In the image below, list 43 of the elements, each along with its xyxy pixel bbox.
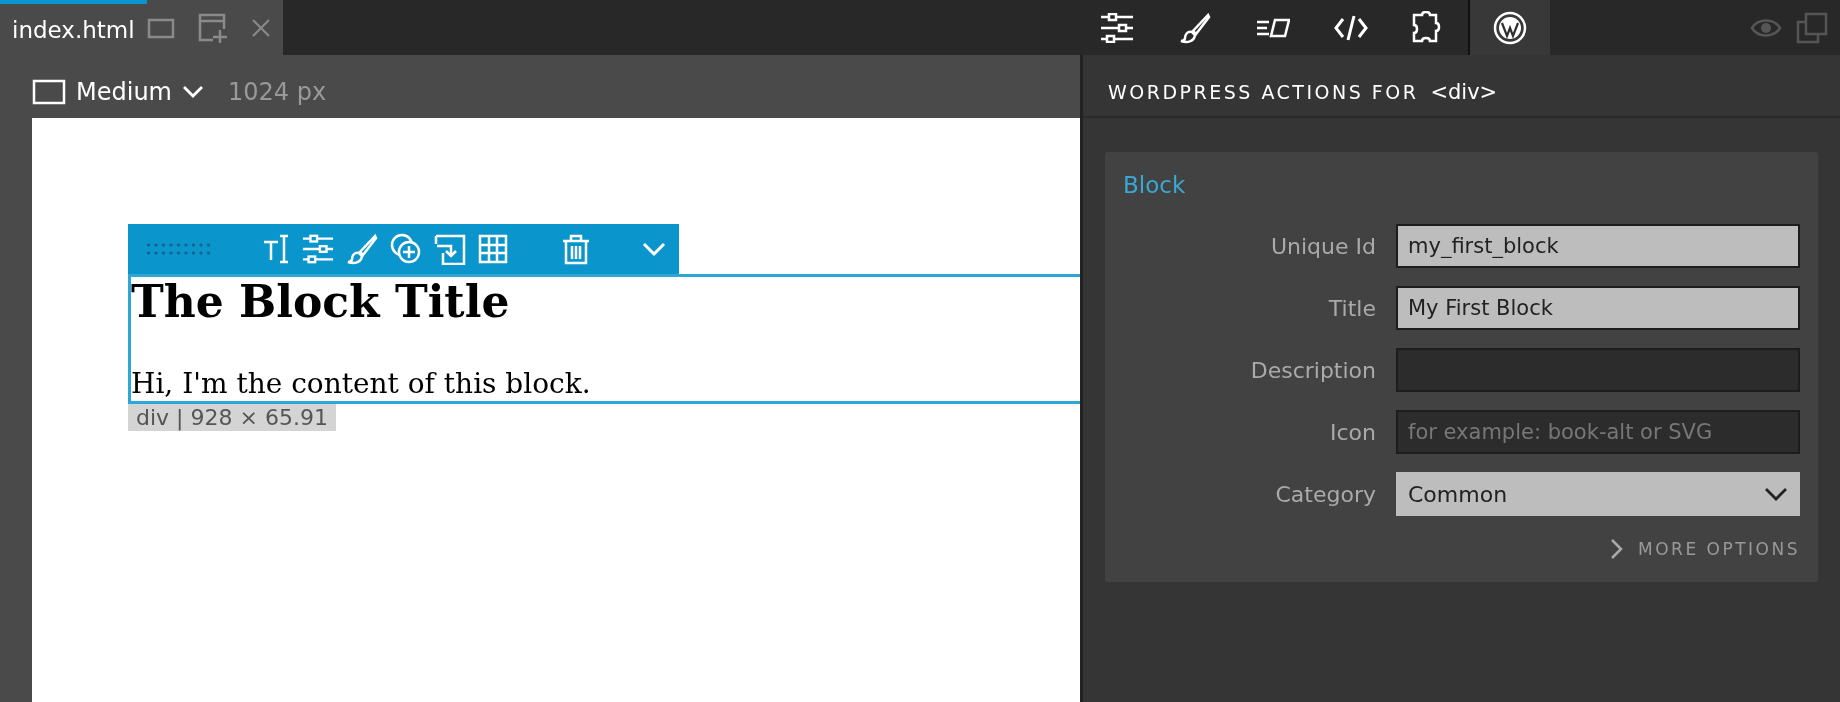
more-options-link[interactable]: MORE OPTIONS: [1610, 538, 1800, 560]
add-circle-icon[interactable]: [390, 233, 422, 265]
device-dropdown[interactable]: Medium: [76, 77, 204, 106]
grid-icon[interactable]: [478, 234, 508, 264]
field-label: Icon: [1330, 419, 1376, 445]
text-lines-icon: [1256, 16, 1290, 39]
eye-icon[interactable]: [1750, 16, 1782, 39]
sliders-icon: [1100, 12, 1134, 43]
text-cursor-icon[interactable]: [262, 234, 290, 264]
section-title: Block: [1123, 172, 1186, 198]
chevron-down-icon: [1764, 487, 1788, 501]
element-size-label: div | 928 × 65.91: [128, 404, 336, 431]
field-label: Category: [1275, 481, 1376, 507]
width-label: 1024 px: [227, 77, 327, 106]
category-select[interactable]: Common: [1396, 472, 1800, 516]
chevron-right-icon: [1610, 538, 1625, 560]
file-tab[interactable]: index.html: [0, 0, 147, 55]
field-label: Title: [1328, 295, 1376, 321]
screen-icon[interactable]: [32, 78, 66, 105]
trash-icon[interactable]: [560, 233, 592, 265]
text-field[interactable]: My First Block: [1396, 286, 1800, 330]
window-icon[interactable]: [146, 16, 175, 39]
code-icon: [1334, 13, 1368, 42]
wordpress-logo-icon: [1493, 10, 1527, 45]
wordpress-tab[interactable]: [1468, 0, 1550, 55]
element-tag: <div>: [1430, 79, 1498, 104]
text-field[interactable]: [1396, 348, 1800, 392]
insert-icon[interactable]: [434, 233, 466, 265]
text-field[interactable]: for example: book-alt or SVG: [1396, 410, 1800, 454]
sliders-icon[interactable]: [302, 234, 334, 264]
chevron-down-icon: [181, 84, 204, 99]
new-window-icon[interactable]: [196, 11, 229, 44]
copy-icon[interactable]: [1796, 11, 1828, 44]
block-content: Hi, I'm the content of this block.: [131, 367, 591, 401]
text-field[interactable]: my_first_block: [1396, 224, 1800, 268]
panel-heading: WORDPRESS ACTIONS FOR: [1108, 80, 1419, 103]
brush-icon[interactable]: [346, 233, 378, 265]
chevron-down-icon[interactable]: [642, 241, 666, 257]
field-label: Unique Id: [1270, 233, 1376, 259]
block-title: The Block Title: [131, 277, 510, 327]
brush-icon: [1179, 11, 1211, 44]
close-icon[interactable]: [250, 17, 271, 38]
field-label: Description: [1250, 357, 1376, 383]
